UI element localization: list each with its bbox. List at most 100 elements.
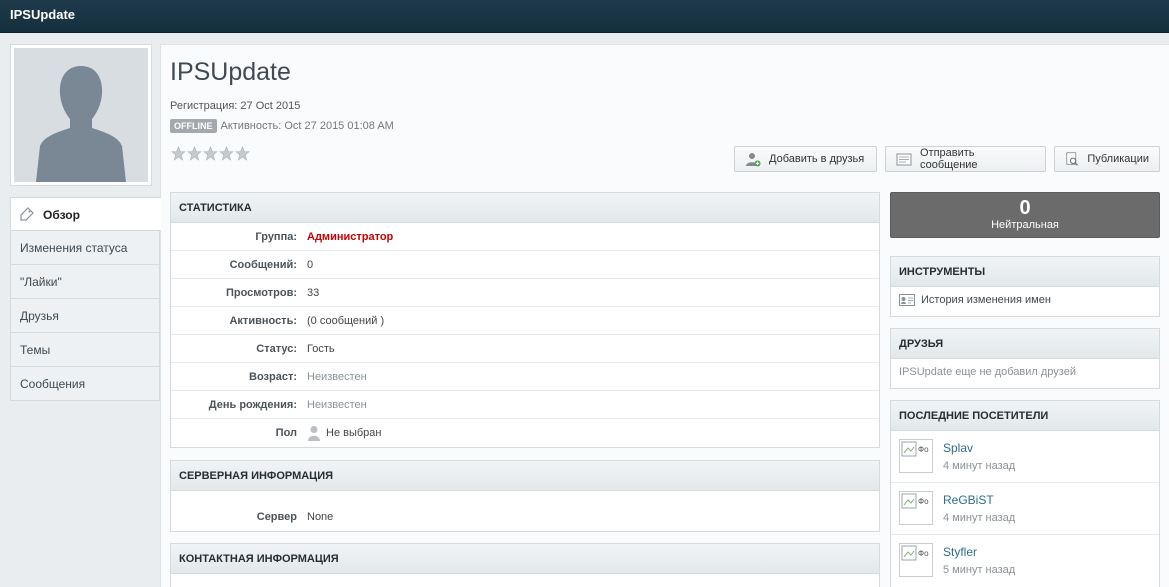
stat-value: None [307, 511, 334, 523]
page-title: IPSUpdate [170, 58, 291, 86]
name-history-link[interactable]: История изменения имен [891, 287, 1159, 314]
stat-row: День рождения: Неизвестен [171, 391, 879, 419]
group-value: Администратор [307, 231, 394, 243]
send-message-button[interactable]: Отправить сообщение [885, 146, 1046, 172]
rating-stars[interactable] [171, 146, 250, 161]
panel-title: СЕРВЕРНАЯ ИНФОРМАЦИЯ [171, 461, 879, 491]
stat-row: Активность: (0 сообщений ) [171, 307, 879, 335]
broken-image-icon: Фо [901, 545, 929, 561]
tab-label: Сообщения [20, 377, 86, 391]
visitor-item: Фо Splav 4 минут назад [891, 431, 1159, 483]
reputation-box: 0 Нейтральная [890, 192, 1160, 238]
top-bar: IPSUpdate [0, 0, 1169, 33]
broken-image-icon: Фо [901, 493, 929, 509]
friends-panel: ДРУЗЬЯ IPSUpdate еще не добавил друзей [890, 328, 1160, 389]
stat-label: Просмотров: [225, 287, 297, 299]
button-label: Добавить в друзья [769, 153, 865, 165]
tab-label: Обзор [43, 208, 80, 222]
stat-label: Активность: [229, 315, 297, 327]
stat-value: Гость [307, 343, 335, 355]
stat-row: Возраст: Неизвестен [171, 363, 879, 391]
stat-row: Сервер None [171, 491, 879, 531]
visitor-item: Фо Styfler 5 минут назад [891, 535, 1159, 587]
contact-info-panel: КОНТАКТНАЯ ИНФОРМАЦИЯ [170, 543, 880, 587]
tools-panel: ИНСТРУМЕНТЫ История изменения имен [890, 256, 1160, 317]
site-title[interactable]: IPSUpdate [10, 7, 75, 22]
panel-title: ДРУЗЬЯ [891, 329, 1159, 359]
panel-title: КОНТАКТНАЯ ИНФОРМАЦИЯ [171, 544, 879, 574]
tab-status-updates[interactable]: Изменения статуса [10, 231, 160, 265]
stat-label: Группа: [255, 231, 297, 243]
stat-label: Возраст: [249, 371, 297, 383]
stat-row: Пол Не выбран [171, 419, 879, 447]
tab-label: "Лайки" [20, 275, 62, 289]
star-icon[interactable] [187, 146, 202, 161]
link-label: История изменения имен [921, 294, 1051, 306]
star-icon[interactable] [203, 146, 218, 161]
tab-topics[interactable]: Темы [10, 333, 160, 367]
visitor-name[interactable]: Splav [943, 441, 973, 455]
tab-overview[interactable]: Обзор [10, 197, 161, 231]
button-label: Публикации [1087, 153, 1149, 165]
broken-image-icon: Фо [901, 441, 929, 457]
stat-value: 33 [307, 287, 320, 299]
star-icon[interactable] [235, 146, 250, 161]
stat-label: Статус: [256, 343, 297, 355]
stat-value: Неизвестен [307, 371, 367, 383]
visitor-avatar[interactable]: Фо [899, 491, 933, 525]
avatar [10, 44, 152, 186]
status-row: OFFLINE Активность: Oct 27 2015 01:08 AM [170, 119, 394, 133]
visitor-time: 5 минут назад [943, 564, 1016, 576]
visitor-avatar[interactable]: Фо [899, 439, 933, 473]
registration-date: Регистрация: 27 Oct 2015 [170, 100, 301, 112]
tab-label: Изменения статуса [20, 241, 128, 255]
tab-posts[interactable]: Сообщения [10, 367, 160, 401]
visitor-time: 4 минут назад [943, 460, 1016, 472]
tab-label: Темы [20, 343, 51, 357]
id-card-icon [899, 294, 915, 306]
tab-label: Друзья [20, 309, 59, 323]
gender-unknown-icon [308, 426, 320, 441]
stat-value: (0 сообщений ) [307, 315, 385, 327]
search-document-icon [1066, 152, 1078, 166]
stat-row: Просмотров: 33 [171, 279, 879, 307]
panel-title: ИНСТРУМЕНТЫ [891, 257, 1159, 287]
friends-empty-text: IPSUpdate еще не добавил друзей [899, 366, 1076, 378]
button-label: Отправить сообщение [919, 147, 978, 171]
stat-row: Статус: Гость [171, 335, 879, 363]
tab-friends[interactable]: Друзья [10, 299, 160, 333]
visitor-avatar[interactable]: Фо [899, 543, 933, 577]
stat-value: 0 [307, 259, 314, 271]
panel-title: ПОСЛЕДНИЕ ПОСЕТИТЕЛИ [891, 401, 1159, 431]
stat-label: Пол [275, 427, 297, 439]
recent-visitors-panel: ПОСЛЕДНИЕ ПОСЕТИТЕЛИ Фо Splav 4 минут на… [890, 400, 1160, 587]
statistics-panel: СТАТИСТИКА Группа: Администратор Сообщени… [170, 192, 880, 448]
stat-label: Сервер [256, 511, 297, 523]
star-icon[interactable] [219, 146, 234, 161]
panel-title: СТАТИСТИКА [171, 193, 879, 223]
add-friend-button[interactable]: Добавить в друзья [734, 146, 877, 172]
visitor-time: 4 минут назад [943, 512, 1016, 524]
default-avatar-icon [14, 48, 148, 182]
stat-row: Сообщений: 0 [171, 251, 879, 279]
last-activity: Активность: Oct 27 2015 01:08 AM [220, 120, 394, 132]
star-icon[interactable] [171, 146, 186, 161]
add-user-icon [746, 153, 761, 167]
reputation-value: 0 [1019, 197, 1031, 219]
message-icon [896, 153, 912, 166]
visitor-name[interactable]: Styfler [943, 545, 977, 559]
gender-value: Не выбран [307, 425, 381, 441]
svg-text:Фо: Фо [918, 549, 929, 558]
publications-button[interactable]: Публикации [1054, 146, 1160, 172]
profile-tabs: Обзор Изменения статуса "Лайки" Друзья Т… [10, 197, 161, 401]
visitor-name[interactable]: ReGBiST [943, 493, 994, 507]
tab-likes[interactable]: "Лайки" [10, 265, 160, 299]
reputation-label: Нейтральная [991, 219, 1059, 231]
tag-icon [20, 207, 34, 221]
svg-text:Фо: Фо [918, 445, 929, 454]
stat-label: День рождения: [208, 399, 297, 411]
gender-text: Не выбран [326, 427, 382, 439]
svg-text:Фо: Фо [918, 497, 929, 506]
visitor-item: Фо ReGBiST 4 минут назад [891, 483, 1159, 535]
server-info-panel: СЕРВЕРНАЯ ИНФОРМАЦИЯ Сервер None [170, 460, 880, 532]
